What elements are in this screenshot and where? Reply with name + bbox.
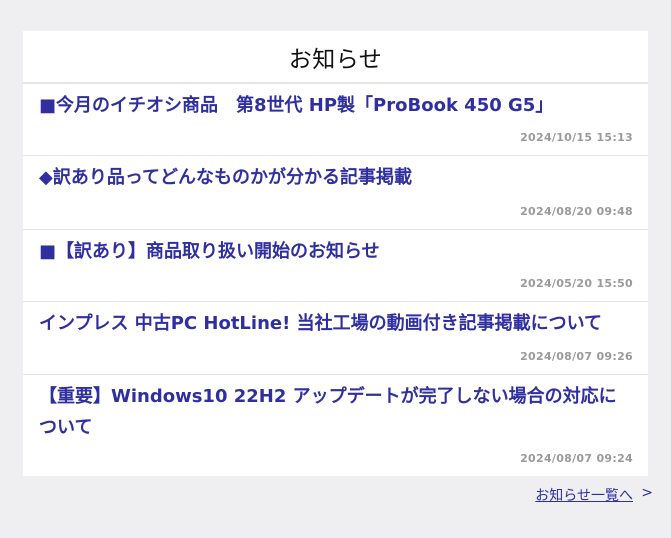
chevron-right-icon[interactable]: > [641, 485, 653, 501]
news-item[interactable]: ■今月のイチオシ商品 第8世代 HP製「ProBook 450 G5」 2024… [23, 84, 648, 156]
news-item[interactable]: ◆訳あり品ってどんなものかが分かる記事掲載 2024/08/20 09:48 [23, 156, 648, 230]
news-item[interactable]: ■【訳あり】商品取り扱い開始のお知らせ 2024/05/20 15:50 [23, 230, 648, 302]
news-item[interactable]: インプレス 中古PC HotLine! 当社工場の動画付き記事掲載について 20… [23, 302, 648, 375]
news-item-date: 2024/08/07 09:26 [520, 350, 633, 363]
news-panel: お知らせ ■今月のイチオシ商品 第8世代 HP製「ProBook 450 G5」… [23, 31, 648, 476]
news-heading: お知らせ [288, 46, 383, 73]
news-item[interactable]: 【重要】Windows10 22H2 アップデートが完了しない場合の対応について… [23, 375, 648, 476]
news-item-title[interactable]: ■今月のイチオシ商品 第8世代 HP製「ProBook 450 G5」 [39, 84, 632, 121]
news-item-date: 2024/05/20 15:50 [520, 277, 633, 290]
news-item-date: 2024/08/07 09:24 [520, 452, 633, 465]
news-list-link[interactable]: お知らせ一覧へ [535, 485, 633, 505]
news-item-title[interactable]: インプレス 中古PC HotLine! 当社工場の動画付き記事掲載について [39, 302, 632, 339]
news-item-date: 2024/08/20 09:48 [520, 205, 633, 218]
news-item-title[interactable]: ◆訳あり品ってどんなものかが分かる記事掲載 [39, 156, 632, 193]
news-item-title[interactable]: ■【訳あり】商品取り扱い開始のお知らせ [39, 230, 632, 267]
news-panel-header: お知らせ [23, 31, 648, 84]
news-item-title[interactable]: 【重要】Windows10 22H2 アップデートが完了しない場合の対応について [39, 375, 632, 443]
news-item-date: 2024/10/15 15:13 [520, 131, 633, 144]
